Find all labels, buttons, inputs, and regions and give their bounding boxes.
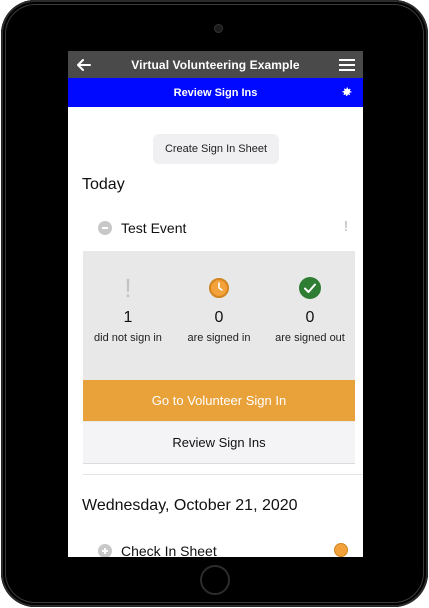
event-row-test-event[interactable]: Test Event ! bbox=[98, 218, 348, 238]
stat-label: are signed in bbox=[187, 332, 251, 344]
tablet-frame: Virtual Volunteering Example Review Sign… bbox=[1, 0, 428, 607]
stat-label: are signed out bbox=[275, 332, 345, 344]
clock-icon bbox=[209, 278, 229, 298]
event-stats-panel: ! 1 did not sign in 0 are signed in 0 ar… bbox=[83, 251, 355, 464]
top-bar: Virtual Volunteering Example bbox=[68, 51, 363, 78]
exclamation-icon: ! bbox=[124, 273, 132, 303]
create-sign-in-sheet-button[interactable]: Create Sign In Sheet bbox=[153, 134, 279, 164]
review-sign-ins-button[interactable]: Review Sign Ins bbox=[83, 422, 355, 464]
expand-icon[interactable] bbox=[98, 544, 112, 557]
alert-icon: ! bbox=[343, 218, 348, 235]
check-circle-icon bbox=[299, 277, 321, 299]
app-title: Virtual Volunteering Example bbox=[131, 57, 300, 72]
stat-not-signed-in: ! 1 did not sign in bbox=[83, 251, 173, 346]
clock-icon bbox=[334, 543, 348, 557]
event-name: Check In Sheet bbox=[121, 543, 217, 557]
sub-header: Review Sign Ins bbox=[68, 78, 363, 107]
section-divider bbox=[83, 474, 363, 475]
stat-signed-out: 0 are signed out bbox=[265, 251, 355, 346]
hamburger-menu-icon[interactable] bbox=[339, 58, 355, 71]
arrow-left-icon[interactable] bbox=[76, 57, 92, 73]
stat-label: did not sign in bbox=[94, 332, 162, 344]
stat-signed-in: 0 are signed in bbox=[174, 251, 264, 346]
go-to-volunteer-sign-in-button[interactable]: Go to Volunteer Sign In bbox=[83, 380, 355, 421]
stat-count: 1 bbox=[123, 309, 133, 326]
section-today: Today bbox=[82, 176, 125, 193]
stat-count: 0 bbox=[305, 309, 315, 326]
event-row-check-in-sheet[interactable]: Check In Sheet bbox=[98, 541, 348, 557]
home-button[interactable] bbox=[200, 565, 230, 595]
page-title: Review Sign Ins bbox=[173, 86, 258, 99]
stat-count: 0 bbox=[214, 309, 224, 326]
camera-icon bbox=[214, 24, 223, 33]
event-name: Test Event bbox=[121, 220, 187, 236]
gear-icon[interactable] bbox=[341, 86, 353, 98]
app-screen: Virtual Volunteering Example Review Sign… bbox=[68, 51, 363, 557]
collapse-icon[interactable] bbox=[98, 221, 112, 235]
section-date: Wednesday, October 21, 2020 bbox=[82, 497, 298, 514]
